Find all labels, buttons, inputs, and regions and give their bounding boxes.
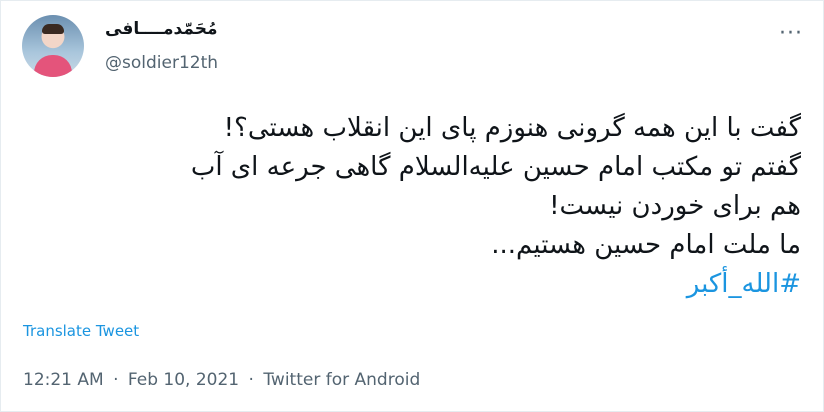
meta-separator: · — [248, 370, 254, 390]
tweet-meta: 12:21 AM · Feb 10, 2021 · Twitter for An… — [23, 370, 420, 390]
author-handle[interactable]: @soldier12th — [105, 53, 218, 73]
avatar-shirt — [34, 55, 72, 77]
tweet-line: گفتم تو مکتب امام حسین علیه‌السلام گاهی … — [190, 152, 801, 182]
more-dots-icon[interactable]: ··· — [779, 23, 803, 45]
meta-separator: · — [113, 370, 119, 390]
tweet-card: مُحَمّدمــــافی @soldier12th ··· گفت با … — [0, 0, 824, 412]
tweet-line: ما ملت امام حسین هستیم... — [491, 230, 801, 260]
tweet-line: گفت با این همه گرونی هنوزم پای این انقلا… — [223, 113, 801, 143]
avatar[interactable] — [22, 15, 84, 77]
tweet-line: هم برای خوردن نیست! — [549, 191, 801, 221]
hashtag-link[interactable]: #الله_أکبر — [21, 265, 801, 304]
tweet-date[interactable]: Feb 10, 2021 — [128, 370, 239, 390]
avatar-hair — [42, 24, 64, 34]
tweet-time[interactable]: 12:21 AM — [23, 370, 104, 390]
translate-tweet-link[interactable]: Translate Tweet — [23, 322, 139, 340]
tweet-source: Twitter for Android — [263, 370, 421, 390]
tweet-text: گفت با این همه گرونی هنوزم پای این انقلا… — [21, 109, 801, 304]
author-display-name[interactable]: مُحَمّدمــــافی — [105, 19, 217, 39]
